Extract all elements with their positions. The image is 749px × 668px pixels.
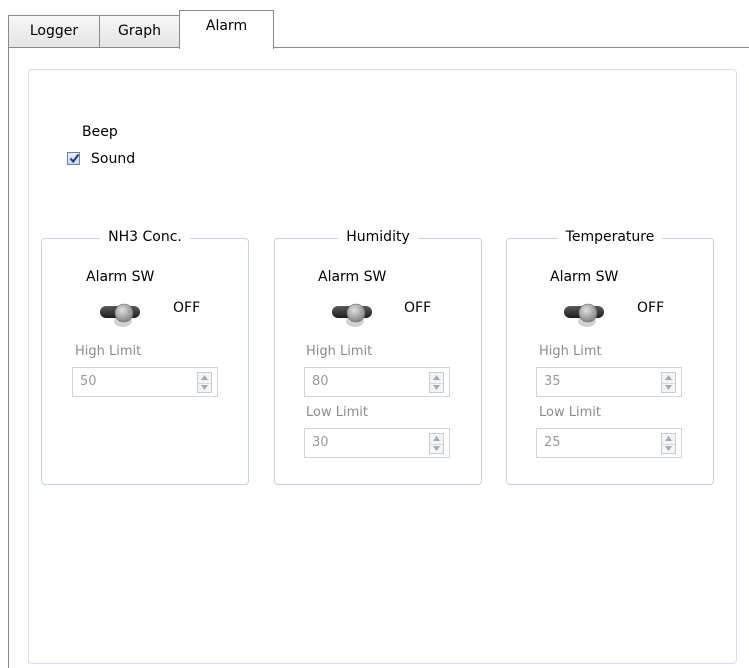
alarm-switch-nh3[interactable] [99,302,143,328]
low-limit-input-temperature[interactable]: 25 [536,428,682,458]
chevron-down-icon [665,446,672,451]
chevron-up-icon [665,375,672,380]
alarm-state-temperature: OFF [637,300,665,316]
alarm-state-nh3: OFF [173,300,201,316]
chevron-up-icon [433,375,440,380]
tab-graph[interactable]: Graph [99,15,180,48]
chevron-up-icon [201,375,208,380]
sound-label: Sound [91,151,136,167]
group-title-nh3: NH3 Conc. [100,229,190,245]
tab-alarm[interactable]: Alarm [179,10,274,49]
alarm-switch-humidity[interactable] [331,302,375,328]
high-limit-label-humidity: High Limit [306,344,373,359]
spin-down-button[interactable] [198,383,211,393]
chevron-down-icon [201,385,208,390]
high-limit-label-nh3: High Limit [75,344,142,359]
alarm-sw-label-nh3: Alarm SW [86,269,155,285]
spin-down-button[interactable] [430,383,443,393]
tab-logger[interactable]: Logger [8,15,100,48]
spinner-nh3-high [197,372,212,393]
high-limit-value-humidity: 80 [312,374,329,389]
chevron-down-icon [665,385,672,390]
chevron-down-icon [433,446,440,451]
spinner-temperature-high [661,372,676,393]
spinner-humidity-high [429,372,444,393]
chevron-up-icon [665,436,672,441]
alarm-switch-temperature[interactable] [563,302,607,328]
spinner-humidity-low [429,433,444,454]
high-limit-input-temperature[interactable]: 35 [536,367,682,397]
low-limit-label-temperature: Low Limit [539,405,601,420]
high-limit-input-humidity[interactable]: 80 [304,367,450,397]
checkmark-icon [69,153,80,164]
beep-heading: Beep [82,124,118,140]
low-limit-label-humidity: Low Limit [306,405,368,420]
high-limit-label-temperature: High Limt [539,344,602,359]
tab-strip: Logger Graph Alarm [0,0,749,49]
sound-checkbox[interactable] [67,152,80,165]
high-limit-value-nh3: 50 [80,374,97,389]
group-title-humidity: Humidity [338,229,418,245]
spin-down-button[interactable] [662,444,675,454]
low-limit-value-temperature: 25 [544,435,561,450]
low-limit-input-humidity[interactable]: 30 [304,428,450,458]
group-title-temperature: Temperature [557,229,663,245]
alarm-state-humidity: OFF [404,300,432,316]
spin-down-button[interactable] [430,444,443,454]
high-limit-input-nh3[interactable]: 50 [72,367,218,397]
spinner-temperature-low [661,433,676,454]
chevron-up-icon [433,436,440,441]
alarm-sw-label-humidity: Alarm SW [318,269,387,285]
spin-down-button[interactable] [662,383,675,393]
chevron-down-icon [433,385,440,390]
high-limit-value-temperature: 35 [544,374,561,389]
low-limit-value-humidity: 30 [312,435,329,450]
alarm-sw-label-temperature: Alarm SW [550,269,619,285]
